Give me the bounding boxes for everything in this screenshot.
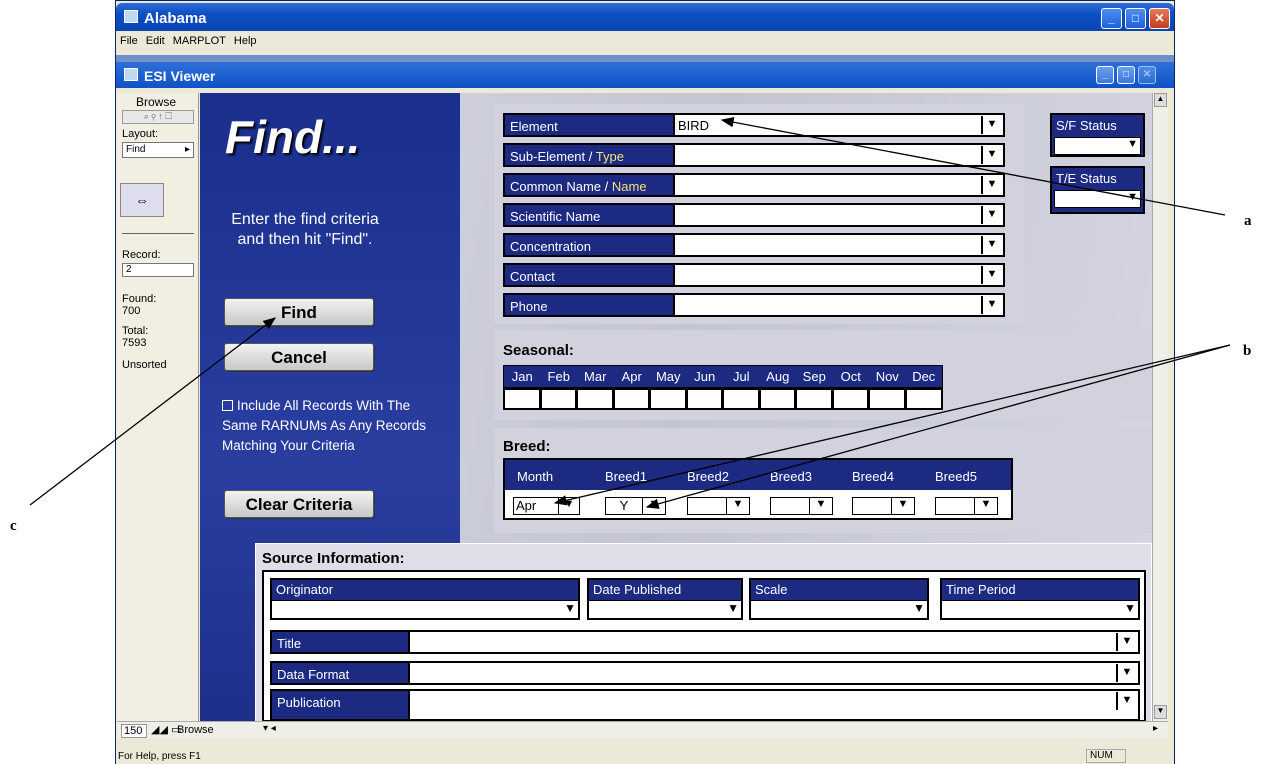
arrow-a	[720, 117, 1226, 216]
annotation-arrows	[29, 117, 1231, 509]
annotation-c: c	[10, 518, 17, 534]
arrow-b1	[553, 344, 1231, 506]
annotation-a: a	[1244, 213, 1252, 229]
arrow-b2	[645, 344, 1231, 509]
arrow-c	[29, 317, 277, 506]
annotation-b: b	[1243, 343, 1252, 359]
